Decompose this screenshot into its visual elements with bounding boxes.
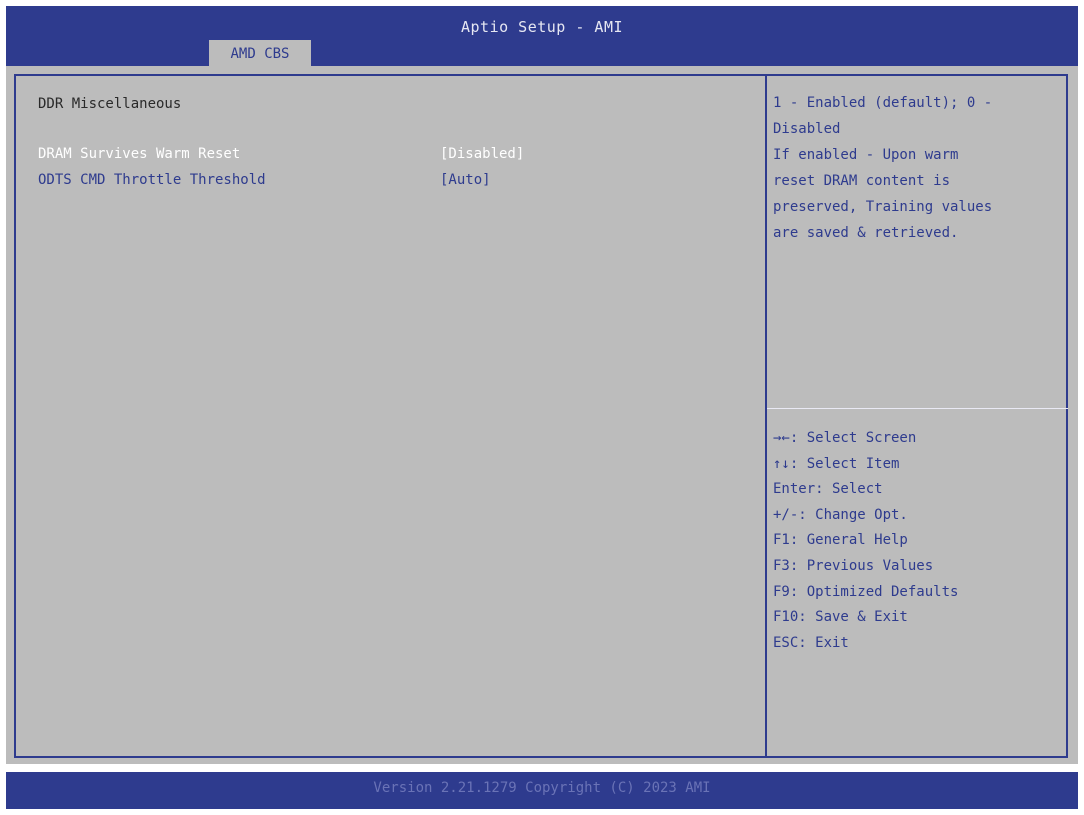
help-line: 1 - Enabled (default); 0 - <box>773 95 993 111</box>
help-line: preserved, Training values <box>773 199 993 215</box>
key-general-help: F1: General Help <box>773 532 908 549</box>
app-title: Aptio Setup - AMI <box>460 18 624 36</box>
key-optimized-defaults: F9: Optimized Defaults <box>773 583 959 600</box>
key-save-exit: F10: Save & Exit <box>773 609 908 626</box>
help-line: Disabled <box>773 121 841 137</box>
key-previous-values: F3: Previous Values <box>773 557 934 574</box>
bios-screen: Aptio Setup - AMI AMD CBS DDR Miscellane… <box>0 0 1084 815</box>
help-description: 1 - Enabled (default); 0 - Disabled If e… <box>773 90 1063 246</box>
setting-value[interactable]: [Auto] <box>440 172 491 188</box>
key-esc-exit: ESC: Exit <box>773 634 849 651</box>
section-title: DDR Miscellaneous <box>38 96 182 112</box>
help-line: are saved & retrieved. <box>773 225 959 241</box>
setting-odts-cmd-throttle-threshold[interactable]: ODTS CMD Throttle Threshold [Auto] <box>38 172 738 194</box>
title-bar: Aptio Setup - AMI AMD CBS <box>6 6 1078 68</box>
help-divider <box>767 408 1068 409</box>
key-select-item: ↑↓: Select Item <box>773 455 900 472</box>
setting-label: DRAM Survives Warm Reset <box>38 146 241 162</box>
key-enter-select: Enter: Select <box>773 481 883 498</box>
key-change-opt: +/-: Change Opt. <box>773 506 908 523</box>
key-legend: →←: Select Screen ↑↓: Select Item Enter:… <box>773 426 1063 656</box>
vertical-divider <box>765 74 767 758</box>
help-line: reset DRAM content is <box>773 173 951 189</box>
help-line: If enabled - Upon warm <box>773 147 959 163</box>
key-select-screen: →←: Select Screen <box>773 430 917 446</box>
main-panel: DDR Miscellaneous DRAM Survives Warm Res… <box>6 66 1078 764</box>
tab-amd-cbs[interactable]: AMD CBS <box>209 40 311 68</box>
setting-label: ODTS CMD Throttle Threshold <box>38 172 266 188</box>
setting-value[interactable]: [Disabled] <box>440 146 524 162</box>
version-copyright: Version 2.21.1279 Copyright (C) 2023 AMI <box>373 780 711 796</box>
footer-bar: Version 2.21.1279 Copyright (C) 2023 AMI <box>6 772 1078 809</box>
setting-dram-survives-warm-reset[interactable]: DRAM Survives Warm Reset [Disabled] <box>38 146 738 168</box>
